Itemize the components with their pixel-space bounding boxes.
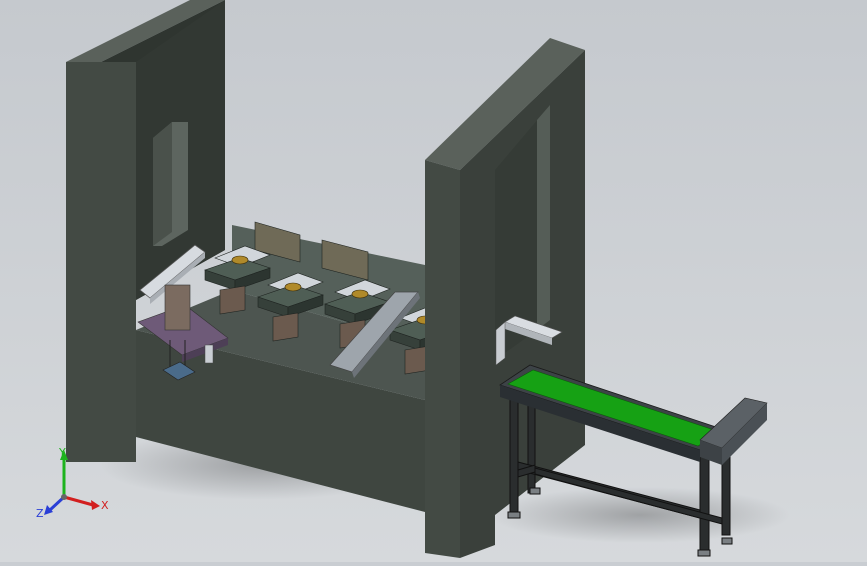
x-axis-label: X <box>101 499 109 512</box>
y-axis-label: Y <box>58 446 66 459</box>
3d-model-view[interactable]: X Y Z <box>0 0 867 562</box>
station-support-block <box>272 312 299 342</box>
station-support-block <box>219 285 246 315</box>
cad-viewport[interactable]: X Y Z <box>0 0 867 562</box>
z-axis-label: Z <box>36 507 44 520</box>
station-part <box>231 255 249 265</box>
station-part <box>351 289 369 299</box>
station-part <box>284 282 302 292</box>
